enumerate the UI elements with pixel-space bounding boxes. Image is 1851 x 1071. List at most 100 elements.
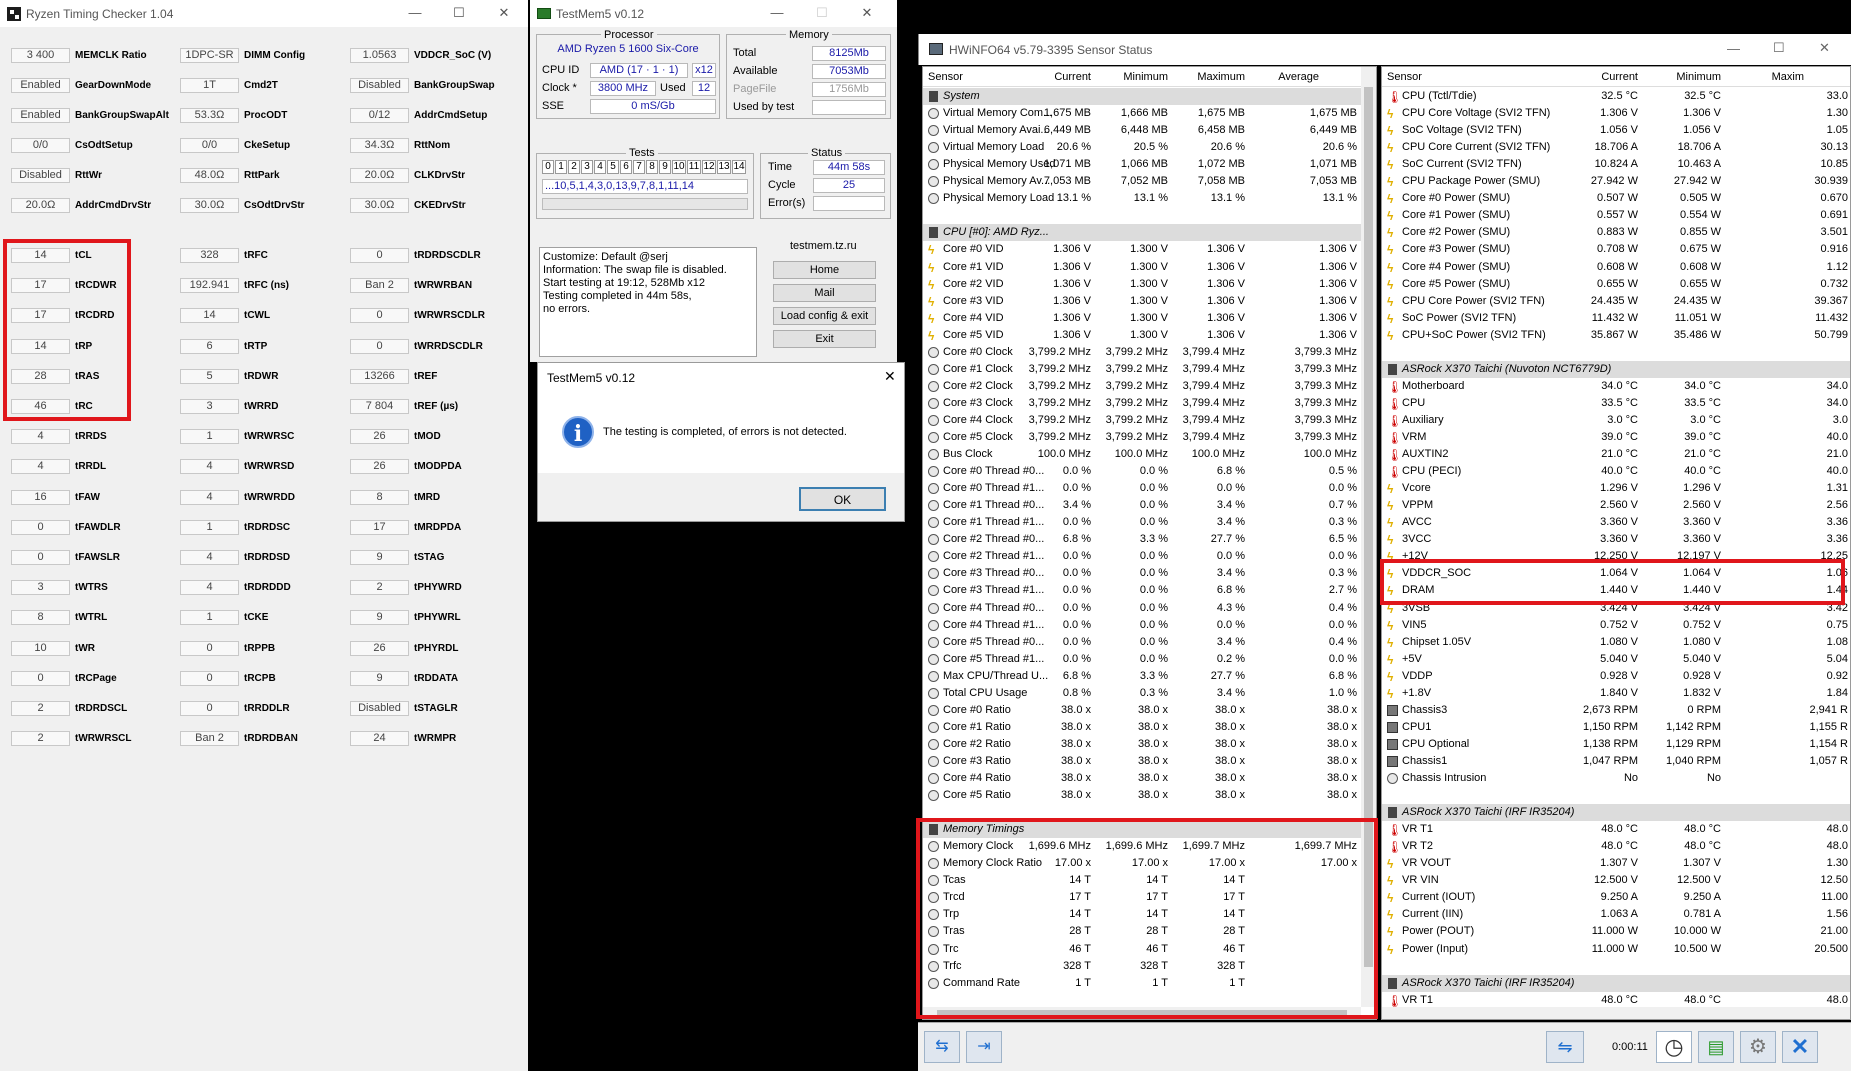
sensor-row[interactable]: Core #4 Thread #1... 0.0 % 0.0 % 0.0 % 0.0 % bbox=[923, 617, 1361, 634]
report-icon[interactable]: ▤ bbox=[1698, 1031, 1734, 1063]
sensor-row[interactable]: Trcd 17 T 17 T 17 T bbox=[923, 889, 1361, 906]
sensor-row[interactable]: Chassis Intrusion No No bbox=[1382, 770, 1850, 787]
clock-icon[interactable]: ◷ bbox=[1656, 1031, 1692, 1063]
sensor-row[interactable]: Core #4 Thread #0... 0.0 % 0.0 % 4.3 % 0.4 % bbox=[923, 600, 1361, 617]
sensor-row[interactable]: ϟ SoC Power (SVI2 TFN) 11.432 W 11.051 W 11.… bbox=[1382, 310, 1850, 327]
sensor-row[interactable]: ϟ AVCC 3.360 V 3.360 V 3.36 bbox=[1382, 514, 1850, 531]
sensor-row[interactable]: ϟ CPU Core Voltage (SVI2 TFN) 1.306 V 1.306… bbox=[1382, 105, 1850, 122]
sensor-row[interactable]: Core #5 Ratio 38.0 x 38.0 x 38.0 x 38.0 x bbox=[923, 787, 1361, 804]
right-horizontal-scrollbar[interactable] bbox=[1382, 1007, 1850, 1019]
sensor-row[interactable]: Core #5 Clock 3,799.2 MHz 3,799.2 MHz 3,799… bbox=[923, 429, 1361, 446]
sensor-row[interactable]: ϟ Core #0 Power (SMU) 0.507 W 0.505 W 0.670 bbox=[1382, 190, 1850, 207]
sensor-row[interactable]: 🌡︎ CPU (Tctl/Tdie) 32.5 °C 32.5 °C 33.0 bbox=[1382, 88, 1850, 105]
sensor-row[interactable]: Trp 14 T 14 T 14 T bbox=[923, 906, 1361, 923]
close-icon[interactable]: ✕ bbox=[857, 5, 877, 21]
sensor-row[interactable]: Max CPU/Thread U... 6.8 % 3.3 % 27.7 % 6.8 % bbox=[923, 668, 1361, 685]
sensor-row[interactable]: Core #0 Thread #0... 0.0 % 0.0 % 6.8 % 0.5 % bbox=[923, 463, 1361, 480]
exit-button[interactable]: Exit bbox=[773, 330, 876, 348]
sensor-group-header[interactable]: ASRock X370 Taichi (IRF IR35204) bbox=[1382, 974, 1850, 992]
sensor-row[interactable]: Chassis1 1,047 RPM 1,040 RPM 1,057 R bbox=[1382, 753, 1850, 770]
left-vertical-scrollbar[interactable] bbox=[1361, 67, 1376, 1007]
sensor-row[interactable]: ϟ Core #1 Power (SMU) 0.557 W 0.554 W 0.691 bbox=[1382, 207, 1850, 224]
sensor-row[interactable]: Core #0 Ratio 38.0 x 38.0 x 38.0 x 38.0 x bbox=[923, 702, 1361, 719]
scrollbar-thumb[interactable] bbox=[1364, 87, 1373, 967]
sensor-row[interactable]: ϟ +12V 12.250 V 12.197 V 12.25 bbox=[1382, 548, 1850, 565]
sensor-row[interactable]: ϟ CPU+SoC Power (SVI2 TFN) 35.867 W 35.486 … bbox=[1382, 327, 1850, 344]
dialog-close-icon[interactable]: ✕ bbox=[884, 368, 896, 385]
nav-left-right-icon[interactable]: ⇆ bbox=[924, 1031, 960, 1063]
sensor-row[interactable]: Core #4 Ratio 38.0 x 38.0 x 38.0 x 38.0 x bbox=[923, 770, 1361, 787]
sensor-row[interactable]: ϟ VDDP 0.928 V 0.928 V 0.92 bbox=[1382, 668, 1850, 685]
sensor-row[interactable]: ϟ 3VSB 3.424 V 3.424 V 3.42 bbox=[1382, 600, 1850, 617]
sensor-row[interactable]: 🌡︎ Motherboard 34.0 °C 34.0 °C 34.0 bbox=[1382, 378, 1850, 395]
sensor-row[interactable]: Core #2 Thread #0... 6.8 % 3.3 % 27.7 % 6.5 … bbox=[923, 531, 1361, 548]
close-icon[interactable]: ✕ bbox=[1819, 40, 1830, 56]
sensor-row[interactable]: ϟ DRAM 1.440 V 1.440 V 1.44 bbox=[1382, 582, 1850, 599]
load-config-exit-button[interactable]: Load config & exit bbox=[773, 307, 876, 325]
sensor-row[interactable]: Core #2 Clock 3,799.2 MHz 3,799.2 MHz 3,799… bbox=[923, 378, 1361, 395]
scrollbar-thumb[interactable] bbox=[937, 1010, 1347, 1018]
sensor-row[interactable]: ϟ Core #1 VID 1.306 V 1.300 V 1.306 V 1.306 V bbox=[923, 259, 1361, 276]
sensor-row[interactable]: ϟ VIN5 0.752 V 0.752 V 0.75 bbox=[1382, 617, 1850, 634]
sensor-row[interactable]: Core #1 Ratio 38.0 x 38.0 x 38.0 x 38.0 x bbox=[923, 719, 1361, 736]
sensor-group-header[interactable]: CPU [#0]: AMD Ryz... bbox=[923, 224, 1361, 242]
sensor-row[interactable]: ϟ Power (Input) 11.000 W 10.500 W 20.500 bbox=[1382, 941, 1850, 958]
sensor-row[interactable]: ϟ Chipset 1.05V 1.080 V 1.080 V 1.08 bbox=[1382, 634, 1850, 651]
sensor-row[interactable]: ϟ Vcore 1.296 V 1.296 V 1.31 bbox=[1382, 480, 1850, 497]
home-button[interactable]: Home bbox=[773, 261, 876, 279]
sensor-row[interactable]: Core #2 Thread #1... 0.0 % 0.0 % 0.0 % 0.0 % bbox=[923, 548, 1361, 565]
sensor-row[interactable]: Virtual Memory Avai... 6,449 MB 6,448 MB 6,… bbox=[923, 122, 1361, 139]
sensor-row[interactable]: Core #0 Clock 3,799.2 MHz 3,799.2 MHz 3,799… bbox=[923, 344, 1361, 361]
left-horizontal-scrollbar[interactable] bbox=[923, 1007, 1361, 1019]
sensor-row[interactable]: ϟ 3VCC 3.360 V 3.360 V 3.36 bbox=[1382, 531, 1850, 548]
sensor-row[interactable]: 🌡︎ CPU (PECI) 40.0 °C 40.0 °C 40.0 bbox=[1382, 463, 1850, 480]
sensor-row[interactable]: Command Rate 1 T 1 T 1 T bbox=[923, 975, 1361, 992]
sensor-row[interactable]: ϟ Core #3 Power (SMU) 0.708 W 0.675 W 0.916 bbox=[1382, 241, 1850, 258]
sensor-row[interactable]: ϟ +5V 5.040 V 5.040 V 5.04 bbox=[1382, 651, 1850, 668]
sensor-group-header[interactable]: ASRock X370 Taichi (Nuvoton NCT6779D) bbox=[1382, 360, 1850, 378]
maximize-icon[interactable]: ☐ bbox=[449, 5, 469, 21]
column-header[interactable]: Current bbox=[1054, 67, 1091, 87]
maximize-icon[interactable]: ☐ bbox=[1773, 40, 1785, 56]
column-header[interactable]: Sensor bbox=[928, 67, 963, 87]
sensor-row[interactable]: Core #1 Clock 3,799.2 MHz 3,799.2 MHz 3,799… bbox=[923, 361, 1361, 378]
sensor-row[interactable]: Core #5 Thread #0... 0.0 % 0.0 % 3.4 % 0.4 % bbox=[923, 634, 1361, 651]
column-header[interactable]: Maxim bbox=[1772, 67, 1804, 87]
sensor-row[interactable]: 🌡︎ Auxiliary 3.0 °C 3.0 °C 3.0 bbox=[1382, 412, 1850, 429]
sensor-row[interactable]: Core #2 Ratio 38.0 x 38.0 x 38.0 x 38.0 x bbox=[923, 736, 1361, 753]
sensor-row[interactable]: Core #1 Thread #1... 0.0 % 0.0 % 3.4 % 0.3 % bbox=[923, 514, 1361, 531]
minimize-icon[interactable]: — bbox=[1727, 41, 1740, 56]
sensor-row[interactable]: Core #4 Clock 3,799.2 MHz 3,799.2 MHz 3,799… bbox=[923, 412, 1361, 429]
dialog-ok-button[interactable]: OK bbox=[799, 487, 886, 511]
sensor-row[interactable]: 🌡︎ CPU 33.5 °C 33.5 °C 34.0 bbox=[1382, 395, 1850, 412]
sensor-row[interactable]: ϟ +1.8V 1.840 V 1.832 V 1.84 bbox=[1382, 685, 1850, 702]
sensor-row[interactable]: Memory Clock Ratio 17.00 x 17.00 x 17.00 x 1… bbox=[923, 855, 1361, 872]
close-sensors-icon[interactable]: ✕ bbox=[1782, 1031, 1818, 1063]
sensor-row[interactable]: Physical Memory Load 13.1 % 13.1 % 13.1 % 13… bbox=[923, 190, 1361, 207]
sensor-group-header[interactable]: Memory Timings bbox=[923, 821, 1361, 839]
sensor-row[interactable]: Core #3 Thread #1... 0.0 % 0.0 % 6.8 % 2.7 % bbox=[923, 582, 1361, 599]
sensor-row[interactable]: Trfc 328 T 328 T 328 T bbox=[923, 958, 1361, 975]
column-header[interactable]: Current bbox=[1601, 67, 1638, 87]
sensor-row[interactable]: ϟ VR VOUT 1.307 V 1.307 V 1.30 bbox=[1382, 855, 1850, 872]
sensor-row[interactable]: ϟ Core #3 VID 1.306 V 1.300 V 1.306 V 1.306 V bbox=[923, 293, 1361, 310]
sensor-row[interactable]: ϟ Core #0 VID 1.306 V 1.300 V 1.306 V 1.306 V bbox=[923, 241, 1361, 258]
column-header[interactable]: Minimum bbox=[1123, 67, 1168, 87]
sensor-row[interactable]: ϟ Core #4 Power (SMU) 0.608 W 0.608 W 1.12 bbox=[1382, 259, 1850, 276]
sensor-row[interactable]: Memory Clock 1,699.6 MHz 1,699.6 MHz 1,699.… bbox=[923, 838, 1361, 855]
sensor-row[interactable]: Virtual Memory Load 20.6 % 20.5 % 20.6 % 20.… bbox=[923, 139, 1361, 156]
sensor-row[interactable]: ϟ Power (POUT) 11.000 W 10.000 W 21.00 bbox=[1382, 923, 1850, 940]
sensor-row[interactable]: Bus Clock 100.0 MHz 100.0 MHz 100.0 MHz 100.… bbox=[923, 446, 1361, 463]
sensor-row[interactable]: ϟ Core #4 VID 1.306 V 1.300 V 1.306 V 1.306 V bbox=[923, 310, 1361, 327]
mail-button[interactable]: Mail bbox=[773, 284, 876, 302]
sensor-group-header[interactable]: System bbox=[923, 88, 1361, 105]
sensor-row[interactable]: ϟ VPPM 2.560 V 2.560 V 2.56 bbox=[1382, 497, 1850, 514]
sensor-row[interactable]: Physical Memory Used 1,071 MB 1,066 MB 1,07… bbox=[923, 156, 1361, 173]
minimize-icon[interactable]: — bbox=[767, 5, 787, 20]
sensor-row[interactable]: Core #3 Thread #0... 0.0 % 0.0 % 3.4 % 0.3 % bbox=[923, 565, 1361, 582]
sensor-row[interactable]: ϟ CPU Package Power (SMU) 27.942 W 27.942 W… bbox=[1382, 173, 1850, 190]
sensor-row[interactable]: CPU Optional 1,138 RPM 1,129 RPM 1,154 R bbox=[1382, 736, 1850, 753]
column-header[interactable]: Maximum bbox=[1197, 67, 1245, 87]
sensor-row[interactable]: CPU1 1,150 RPM 1,142 RPM 1,155 R bbox=[1382, 719, 1850, 736]
sensor-row[interactable]: Total CPU Usage 0.8 % 0.3 % 3.4 % 1.0 % bbox=[923, 685, 1361, 702]
